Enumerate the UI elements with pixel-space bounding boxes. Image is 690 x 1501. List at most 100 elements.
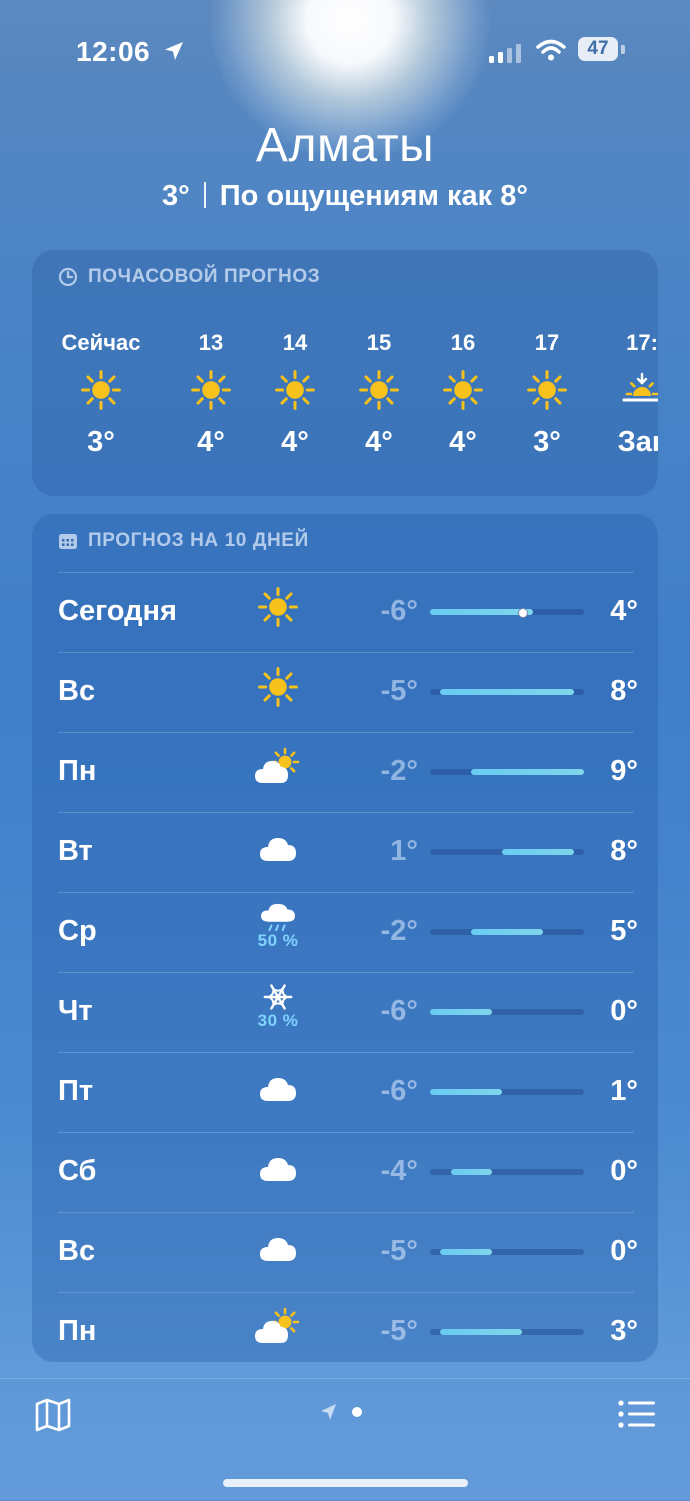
high-temp: 1° bbox=[610, 1075, 638, 1107]
rain-icon: 50 % bbox=[254, 901, 302, 951]
current-conditions: 3° По ощущениям как 8° bbox=[0, 180, 690, 213]
high-temp: 5° bbox=[610, 915, 638, 947]
hour-temp: 3° bbox=[533, 426, 561, 458]
daily-row[interactable]: Сегодня -6° 4° bbox=[58, 572, 638, 652]
daily-row[interactable]: Вт 1° 8° bbox=[58, 812, 638, 892]
temp-range-fill bbox=[501, 849, 574, 855]
day-label: Пт bbox=[58, 1075, 94, 1107]
hourly-item: 16 4° bbox=[418, 330, 508, 459]
current-temp-marker bbox=[518, 608, 529, 618]
daily-row[interactable]: Вс -5° 0° bbox=[58, 1212, 638, 1292]
sun-icon bbox=[56, 360, 146, 420]
daily-row[interactable]: Вс -5° 8° bbox=[58, 652, 638, 732]
sun-icon bbox=[250, 360, 340, 420]
sun-icon bbox=[254, 587, 302, 637]
hourly-item: Сейчас 3° bbox=[56, 330, 146, 459]
hourly-item: 13 4° bbox=[166, 330, 256, 459]
daily-row[interactable]: Пн -5° 3° bbox=[58, 1292, 638, 1362]
temp-range-fill bbox=[471, 929, 543, 935]
daily-forecast-header: ПРОГНОЗ НА 10 ДНЕЙ bbox=[58, 530, 309, 552]
temp-range-fill bbox=[440, 689, 574, 695]
page-indicator[interactable] bbox=[320, 1403, 362, 1421]
daily-forecast-title: ПРОГНОЗ НА 10 ДНЕЙ bbox=[88, 530, 309, 551]
high-temp: 8° bbox=[610, 835, 638, 867]
hour-label: 15 bbox=[366, 330, 392, 355]
hour-label: 16 bbox=[450, 330, 476, 355]
high-temp: 0° bbox=[610, 995, 638, 1027]
high-temp: 0° bbox=[610, 1235, 638, 1267]
daily-row[interactable]: Пн -2° 9° bbox=[58, 732, 638, 812]
temp-range-bar bbox=[430, 689, 584, 695]
sun-icon bbox=[254, 667, 302, 717]
hourly-item: 15 4° bbox=[334, 330, 424, 459]
precip-chance: 30 % bbox=[257, 1011, 299, 1030]
status-bar: 12:06 47 bbox=[0, 30, 690, 74]
hour-label: Сейчас bbox=[61, 330, 141, 355]
temp-range-fill bbox=[471, 769, 584, 775]
temp-range-fill bbox=[430, 1089, 502, 1095]
temp-range-fill bbox=[440, 1329, 523, 1335]
clock-icon bbox=[58, 267, 78, 287]
temp-range-fill bbox=[430, 609, 533, 615]
low-temp: -5° bbox=[380, 675, 418, 707]
high-temp: 9° bbox=[610, 755, 638, 787]
temp-range-fill bbox=[450, 1169, 492, 1175]
temp-range-bar bbox=[430, 1169, 584, 1175]
day-label: Пн bbox=[58, 1315, 97, 1347]
separator bbox=[203, 182, 206, 208]
location-page-icon bbox=[321, 1404, 336, 1420]
day-label: Сегодня bbox=[58, 595, 177, 627]
low-temp: 1° bbox=[390, 835, 418, 867]
high-temp: 0° bbox=[610, 1155, 638, 1187]
day-label: Вт bbox=[58, 835, 93, 867]
feels-like: По ощущениям как 8° bbox=[219, 180, 528, 212]
city-name: Алматы bbox=[255, 119, 435, 172]
hourly-item: 17 3° bbox=[502, 330, 592, 459]
hour-temp: Зак bbox=[617, 426, 658, 458]
low-temp: -5° bbox=[380, 1315, 418, 1347]
temp-range-bar bbox=[430, 1329, 584, 1335]
low-temp: -6° bbox=[380, 595, 418, 627]
list-icon[interactable] bbox=[618, 1399, 656, 1434]
temp-range-bar bbox=[430, 1249, 584, 1255]
low-temp: -6° bbox=[380, 995, 418, 1027]
partly-cloudy-icon bbox=[254, 747, 302, 797]
battery-level: 47 bbox=[578, 37, 618, 61]
daily-row[interactable]: Чт 30 % -6° 0° bbox=[58, 972, 638, 1052]
battery-cap bbox=[621, 45, 625, 54]
day-label: Чт bbox=[58, 995, 93, 1027]
hour-label: 14 bbox=[282, 330, 308, 355]
day-label: Вс bbox=[58, 675, 96, 707]
hourly-forecast-title: ПОЧАСОВОЙ ПРОГНОЗ bbox=[88, 266, 321, 287]
day-label: Ср bbox=[58, 915, 97, 947]
high-temp: 8° bbox=[610, 675, 638, 707]
precip-chance: 50 % bbox=[257, 931, 299, 950]
low-temp: -5° bbox=[380, 1235, 418, 1267]
hour-temp: 4° bbox=[281, 426, 309, 458]
cloud-icon bbox=[254, 827, 302, 877]
hourly-forecast-card[interactable]: ПОЧАСОВОЙ ПРОГНОЗ Сейчас 3° 13 4° 14 4° 15 4° 16… bbox=[32, 250, 658, 496]
cloud-icon bbox=[254, 1147, 302, 1197]
map-icon[interactable] bbox=[34, 1397, 72, 1438]
temp-range-bar bbox=[430, 769, 584, 775]
current-temp: 3° bbox=[162, 180, 190, 212]
daily-row[interactable]: Сб -4° 0° bbox=[58, 1132, 638, 1212]
hour-temp: 4° bbox=[197, 426, 225, 458]
sun-icon bbox=[334, 360, 424, 420]
temp-range-fill bbox=[440, 1249, 492, 1255]
daily-forecast-card[interactable]: ПРОГНОЗ НА 10 ДНЕЙ Сегодня -6° 4° Вс -5° 8° Пн… bbox=[32, 514, 658, 1362]
sun-icon bbox=[418, 360, 508, 420]
day-label: Пн bbox=[58, 755, 97, 787]
partly-cloudy-icon bbox=[254, 1307, 302, 1357]
hour-temp: 3° bbox=[87, 426, 115, 458]
day-label: Сб bbox=[58, 1155, 97, 1187]
hour-label: 17: bbox=[626, 330, 658, 355]
page-dot bbox=[352, 1407, 362, 1417]
location-arrow-icon bbox=[163, 40, 185, 67]
cloud-icon bbox=[254, 1067, 302, 1117]
hour-label: 17 bbox=[534, 330, 560, 355]
daily-row[interactable]: Пт -6° 1° bbox=[58, 1052, 638, 1132]
daily-row[interactable]: Ср 50 % -2° 5° bbox=[58, 892, 638, 972]
hourly-item: 14 4° bbox=[250, 330, 340, 459]
high-temp: 3° bbox=[610, 1315, 638, 1347]
